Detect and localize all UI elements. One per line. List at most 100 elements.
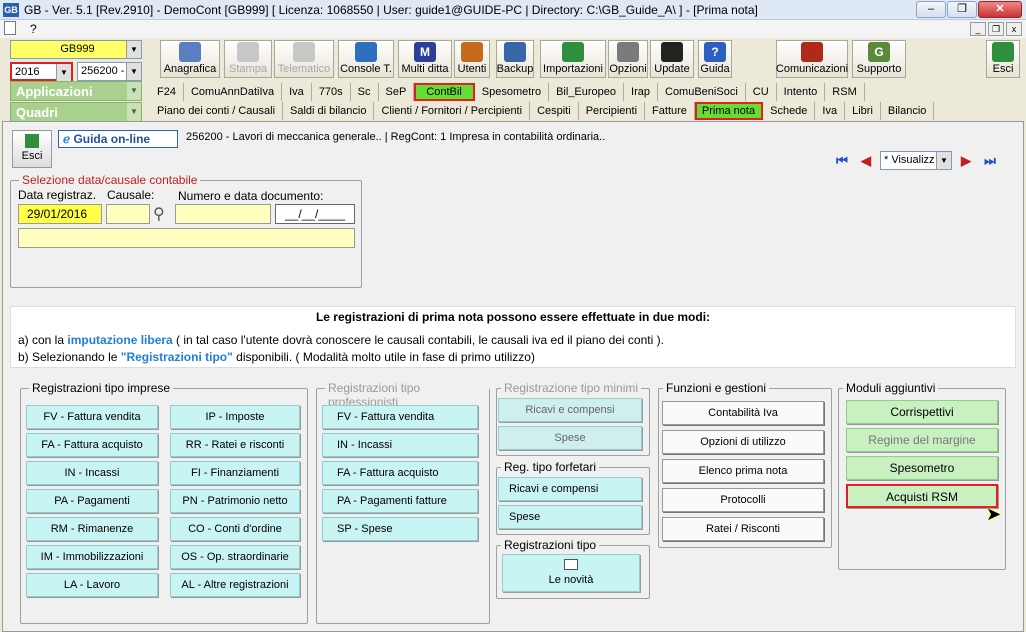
toolbar-backup-button[interactable]: Backup — [496, 40, 534, 78]
imprese-tile-fi[interactable]: FI - Finanziamenti — [170, 461, 300, 485]
professionisti-tile-sp[interactable]: SP - Spese — [322, 517, 478, 541]
esci-button[interactable]: Esci — [12, 130, 52, 168]
toolbar-update-button[interactable]: Update — [650, 40, 694, 78]
quadri-tab-bilancio[interactable]: Bilancio — [881, 102, 935, 120]
forfetari-tile-1[interactable]: Spese — [498, 505, 642, 529]
imprese-tile-fv[interactable]: FV - Fattura vendita — [26, 405, 158, 429]
imprese-tile-im[interactable]: IM - Immobilizzazioni — [26, 545, 158, 569]
professionisti-tile-in[interactable]: IN - Incassi — [322, 433, 478, 457]
app-tab-cu[interactable]: CU — [746, 83, 777, 101]
mdi-minimize-button[interactable]: _ — [970, 22, 986, 36]
toolbar-console-t-button[interactable]: Console T. — [338, 40, 394, 78]
imprese-tile-co[interactable]: CO - Conti d'ordine — [170, 517, 300, 541]
toolbar-importazioni-button[interactable]: Importazioni — [540, 40, 606, 78]
first-record-icon[interactable]: ⏮ — [832, 152, 852, 170]
next-record-icon[interactable]: ▶ — [956, 152, 976, 170]
toolbar-comunicazioni-button[interactable]: Comunicazioni — [776, 40, 848, 78]
data-registrazione-field[interactable]: 29/01/2016 — [18, 204, 102, 224]
imprese-tile-rr[interactable]: RR - Ratei e risconti — [170, 433, 300, 457]
toolbar-utenti-button[interactable]: Utenti — [454, 40, 490, 78]
imprese-tile-in[interactable]: IN - Incassi — [26, 461, 158, 485]
app-tab-770s[interactable]: 770s — [312, 83, 351, 101]
moduli-tile-regime-del-margine[interactable]: Regime del margine — [846, 428, 998, 452]
moduli-tile-spesometro[interactable]: Spesometro — [846, 456, 998, 480]
close-button[interactable]: ✕ — [978, 1, 1022, 18]
descrizione-field[interactable] — [18, 228, 355, 248]
imprese-tile-pn[interactable]: PN - Patrimonio netto — [170, 489, 300, 513]
quadri-tab-cespiti[interactable]: Cespiti — [530, 102, 579, 120]
quadri-tab-prima-nota[interactable]: Prima nota — [694, 102, 764, 120]
minimi-tile-0[interactable]: Ricavi e compensi — [498, 398, 642, 422]
forfetari-tile-0[interactable]: Ricavi e compensi — [498, 477, 642, 501]
funzioni-tile-opzioni-di-utilizzo[interactable]: Opzioni di utilizzo — [662, 430, 824, 454]
search-icon[interactable]: ⚲ — [153, 204, 171, 224]
quadri-tab-iva[interactable]: Iva — [815, 102, 846, 120]
app-tab-comuanndatiiva[interactable]: ComuAnnDatiIva — [184, 83, 283, 101]
ditta-select[interactable]: 256200 - ▼ — [77, 62, 142, 81]
app-tab-comubenisoci[interactable]: ComuBeniSoci — [658, 83, 746, 101]
imprese-tile-os[interactable]: OS - Op. straordinarie — [170, 545, 300, 569]
app-tab-bil_europeo[interactable]: Bil_Europeo — [549, 83, 625, 101]
professionisti-tile-fa[interactable]: FA - Fattura acquisto — [322, 461, 478, 485]
mdi-restore-button[interactable]: ❐ — [988, 22, 1004, 36]
imprese-tile-rm[interactable]: RM - Rimanenze — [26, 517, 158, 541]
mdi-close-button[interactable]: x — [1006, 22, 1022, 36]
app-tab-sep[interactable]: SeP — [379, 83, 415, 101]
imprese-tile-fa[interactable]: FA - Fattura acquisto — [26, 433, 158, 457]
toolbar-opzioni-button[interactable]: Opzioni — [608, 40, 648, 78]
previous-record-icon[interactable]: ◀ — [856, 152, 876, 170]
imputazione-libera-link[interactable]: imputazione libera — [67, 333, 172, 347]
guida-online-button[interactable]: ℯ Guida on-line — [58, 130, 178, 148]
app-tab-rsm[interactable]: RSM — [825, 83, 865, 101]
numero-documento-field[interactable] — [175, 204, 271, 224]
professionisti-tile-fv[interactable]: FV - Fattura vendita — [322, 405, 478, 429]
quadri-tab-percipienti[interactable]: Percipienti — [579, 102, 646, 120]
company-select[interactable]: GB999 ▼ — [10, 40, 142, 59]
quadri-tab-saldi-di-bilancio[interactable]: Saldi di bilancio — [283, 102, 375, 120]
imprese-tile-ip[interactable]: IP - Imposte — [170, 405, 300, 429]
le-novita-button[interactable]: Le novità — [502, 554, 640, 592]
moduli-tile-acquisti-rsm[interactable]: Acquisti RSM — [846, 484, 998, 508]
menu-help[interactable]: ? — [30, 22, 37, 36]
app-tab-irap[interactable]: Irap — [624, 83, 658, 101]
funzioni-tile-protocolli[interactable]: Protocolli — [662, 488, 824, 512]
toolbar-telematico-button[interactable]: Telematico — [274, 40, 334, 78]
quadri-tab-schede[interactable]: Schede — [763, 102, 816, 120]
app-tab-spesometro[interactable]: Spesometro — [475, 83, 550, 101]
toolbar-supporto-button[interactable]: G Supporto — [852, 40, 906, 78]
toolbar-anagrafica-button[interactable]: Anagrafica — [160, 40, 220, 78]
imprese-tile-la[interactable]: LA - Lavoro — [26, 573, 158, 597]
visualizza-select[interactable]: * Visualizz ▼ — [880, 151, 952, 170]
restore-button[interactable]: ❐ — [947, 1, 977, 18]
moduli-tile-corrispettivi[interactable]: Corrispettivi — [846, 400, 998, 424]
document-icon[interactable] — [4, 21, 16, 35]
app-tab-sc[interactable]: Sc — [351, 83, 379, 101]
funzioni-tile-contabilit-iva[interactable]: Contabilità Iva — [662, 401, 824, 425]
minimize-button[interactable]: – — [916, 1, 946, 18]
quadri-tab-clienti-fornitori-percipienti[interactable]: Clienti / Fornitori / Percipienti — [374, 102, 531, 120]
minimi-tile-1[interactable]: Spese — [498, 426, 642, 450]
toolbar-multi-ditta-button[interactable]: M Multi ditta — [398, 40, 452, 78]
toolbar-esci-button[interactable]: Esci — [986, 40, 1020, 78]
last-record-icon[interactable]: ⏭ — [980, 152, 1000, 170]
funzioni-tile-ratei-risconti[interactable]: Ratei / Risconti — [662, 517, 824, 541]
app-tab-f24[interactable]: F24 — [150, 83, 184, 101]
app-tab-iva[interactable]: Iva — [282, 83, 312, 101]
toolbar-guida-button[interactable]: ? Guida — [698, 40, 732, 78]
imprese-tile-al[interactable]: AL - Altre registrazioni — [170, 573, 300, 597]
professionisti-tile-pa[interactable]: PA - Pagamenti fatture — [322, 489, 478, 513]
applicazioni-select[interactable]: Applicazioni ▼ — [10, 81, 142, 101]
registrazioni-tipo-link[interactable]: "Registrazioni tipo" — [121, 350, 233, 364]
quadri-tab-fatture[interactable]: Fatture — [645, 102, 695, 120]
toolbar-stampa-button[interactable]: Stampa — [224, 40, 272, 78]
funzioni-tile-elenco-prima-nota[interactable]: Elenco prima nota — [662, 459, 824, 483]
data-documento-field[interactable]: __/__/____ — [275, 204, 355, 224]
app-tab-intento[interactable]: Intento — [777, 83, 826, 101]
year-select[interactable]: 2016 ▼ — [10, 62, 73, 81]
imprese-tile-pa[interactable]: PA - Pagamenti — [26, 489, 158, 513]
app-tab-contbil[interactable]: ContBil — [414, 83, 475, 101]
quadri-tab-piano-dei-conti-causali[interactable]: Piano dei conti / Causali — [150, 102, 284, 120]
causale-field[interactable] — [106, 204, 150, 224]
quadri-tab-libri[interactable]: Libri — [845, 102, 881, 120]
quadri-select[interactable]: Quadri ▼ — [10, 102, 142, 122]
